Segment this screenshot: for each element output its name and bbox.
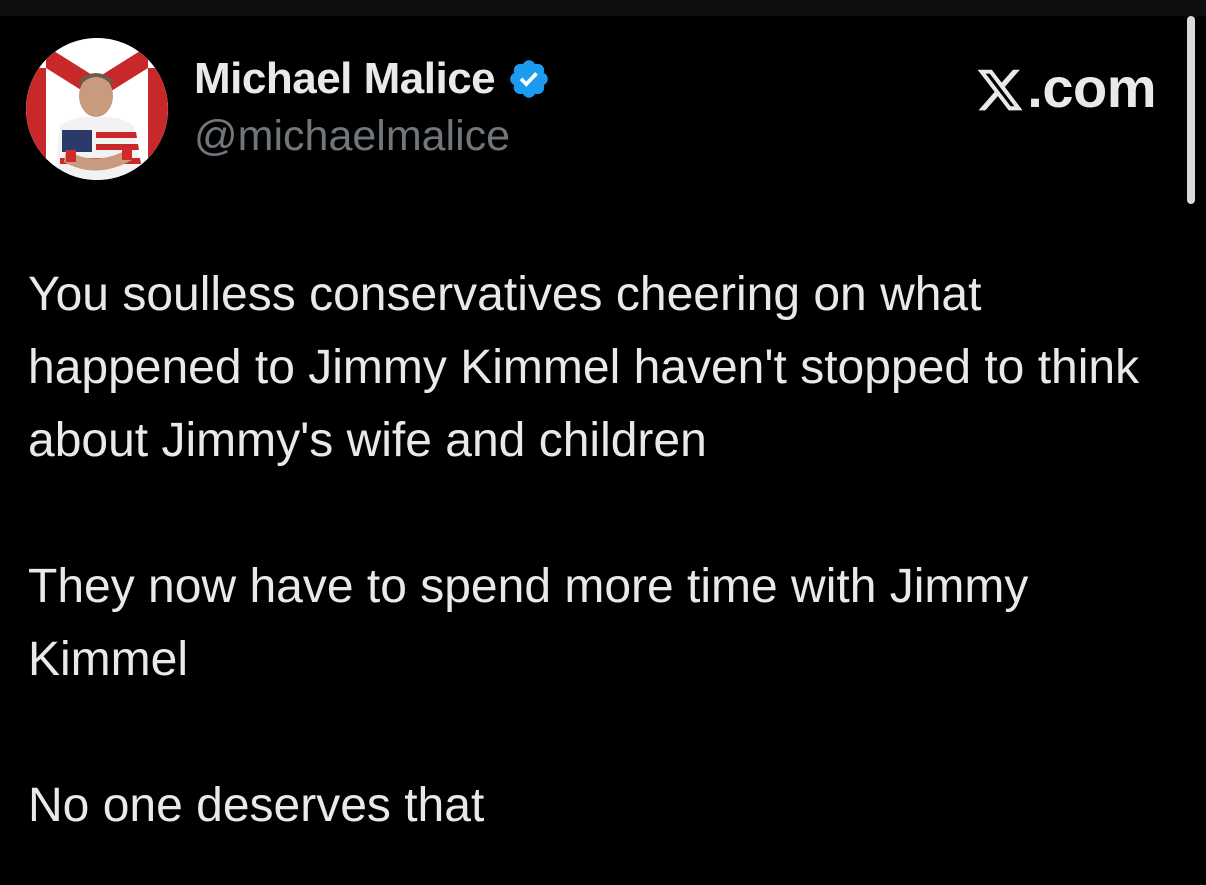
x-com-brand: .com bbox=[975, 55, 1156, 120]
brand-domain-label: .com bbox=[1027, 56, 1156, 119]
tweet-paragraph: They now have to spend more time with Ji… bbox=[28, 560, 1029, 686]
author-display-name[interactable]: Michael Malice bbox=[194, 54, 496, 104]
verified-badge-icon[interactable] bbox=[507, 57, 551, 101]
author-handle[interactable]: @michaelmalice bbox=[194, 112, 551, 161]
profile-avatar[interactable] bbox=[26, 38, 168, 180]
tweet-text: You soulless conservatives cheering on w… bbox=[28, 258, 1178, 842]
tweet-paragraph: No one deserves that bbox=[28, 779, 485, 832]
author-name-row: Michael Malice bbox=[194, 52, 551, 106]
x-logo-icon bbox=[975, 63, 1025, 113]
scrollbar-thumb[interactable] bbox=[1187, 16, 1195, 204]
tweet-paragraph: You soulless conservatives cheering on w… bbox=[28, 268, 1140, 467]
top-status-strip bbox=[0, 0, 1206, 16]
tweet-author: Michael Malice @michaelmalice bbox=[194, 52, 551, 161]
